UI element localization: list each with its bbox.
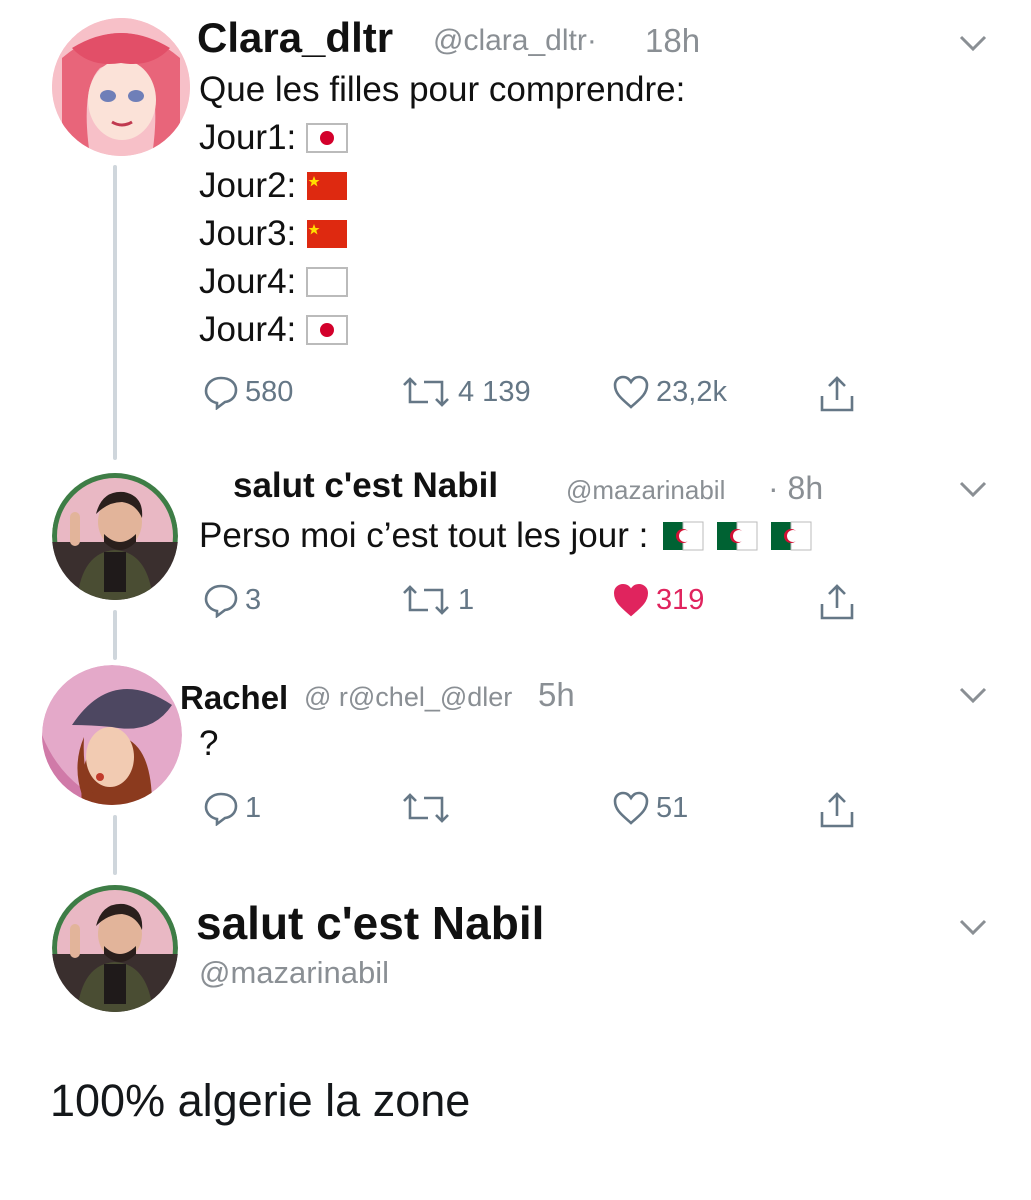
avatar[interactable] xyxy=(52,472,178,600)
like-button[interactable]: 23,2k xyxy=(612,374,727,410)
share-icon xyxy=(820,376,854,412)
author-handle[interactable]: @ r@chel_@dler xyxy=(304,682,512,713)
tweet-text: Perso moi c’est tout les jour : xyxy=(199,516,649,555)
reply-button[interactable]: 1 xyxy=(203,790,261,826)
reply-icon xyxy=(204,376,238,410)
white-flag-icon xyxy=(306,267,349,297)
author-name[interactable]: Rachel xyxy=(180,679,288,717)
tweet-body: Perso moi c’est tout les jour : xyxy=(199,512,919,560)
like-icon xyxy=(613,791,649,825)
chevron-down-icon[interactable] xyxy=(958,480,988,498)
tweet-line: Jour1: xyxy=(199,118,297,157)
reply-count: 580 xyxy=(245,375,294,408)
reply-button[interactable]: 3 xyxy=(203,582,261,618)
thread-line xyxy=(113,165,117,460)
retweet-count: 1 xyxy=(458,583,475,616)
tweet-text: ? xyxy=(199,724,219,763)
chevron-down-icon[interactable] xyxy=(958,34,988,52)
retweet-button[interactable]: 1 xyxy=(400,582,474,618)
share-button[interactable] xyxy=(818,582,862,622)
author-name[interactable]: Clara_dltr xyxy=(197,14,393,62)
author-name[interactable]: salut c'est Nabil xyxy=(233,466,498,506)
reply-count: 1 xyxy=(245,791,262,824)
retweet-button[interactable]: 4 139 xyxy=(400,374,531,410)
algeria-flag-icon xyxy=(771,521,812,551)
reply-button[interactable]: 580 xyxy=(203,374,293,410)
reply-icon xyxy=(204,792,238,826)
avatar[interactable] xyxy=(52,884,178,1012)
china-flag-icon xyxy=(307,172,348,200)
tweet-line: Que les filles pour comprendre: xyxy=(199,70,686,109)
like-count: 51 xyxy=(656,791,689,824)
algeria-flag-icon xyxy=(717,521,758,551)
tweet-time[interactable]: 5h xyxy=(538,676,575,714)
like-icon xyxy=(613,583,649,617)
avatar[interactable] xyxy=(42,665,182,805)
chevron-down-icon[interactable] xyxy=(958,686,988,704)
profile-handle[interactable]: @mazarinabil xyxy=(199,955,389,991)
retweet-icon xyxy=(403,377,449,407)
tweet-line: Jour4: xyxy=(199,262,297,301)
tweet-time[interactable]: · 8h xyxy=(768,470,823,507)
profile-name[interactable]: salut c'est Nabil xyxy=(196,896,544,950)
tweet-body: ? xyxy=(199,720,218,768)
share-icon xyxy=(820,792,854,828)
like-count: 23,2k xyxy=(656,375,727,408)
retweet-count: 4 139 xyxy=(458,375,531,408)
reply-count: 3 xyxy=(245,583,262,616)
tweet-time[interactable]: 18h xyxy=(645,22,700,60)
retweet-icon xyxy=(403,585,449,615)
chevron-down-icon[interactable] xyxy=(958,918,988,936)
algeria-flag-icon xyxy=(663,521,704,551)
like-button[interactable]: 51 xyxy=(612,790,688,826)
share-icon xyxy=(820,584,854,620)
like-count: 319 xyxy=(656,583,705,616)
avatar[interactable] xyxy=(52,18,190,156)
japan-flag-icon xyxy=(306,123,349,153)
tweet-line: Jour2: xyxy=(199,166,297,205)
retweet-button[interactable] xyxy=(400,790,458,826)
final-tweet-text: 100% algerie la zone xyxy=(50,1075,471,1126)
tweet-line: Jour4: xyxy=(199,310,297,349)
share-button[interactable] xyxy=(818,790,862,830)
thread-line xyxy=(113,610,117,660)
reply-icon xyxy=(204,584,238,618)
tweet-body: Que les filles pour comprendre: Jour1: J… xyxy=(199,66,849,354)
tweet-line: Jour3: xyxy=(199,214,297,253)
retweet-icon xyxy=(403,793,449,823)
author-handle[interactable]: @mazarinabil xyxy=(566,475,725,506)
like-button[interactable]: 319 xyxy=(612,582,704,618)
china-flag-icon xyxy=(307,220,348,248)
author-handle[interactable]: @clara_dltr· xyxy=(433,24,597,58)
thread-line xyxy=(113,815,117,875)
share-button[interactable] xyxy=(818,374,862,414)
like-icon xyxy=(613,375,649,409)
japan-flag-icon xyxy=(306,315,349,345)
